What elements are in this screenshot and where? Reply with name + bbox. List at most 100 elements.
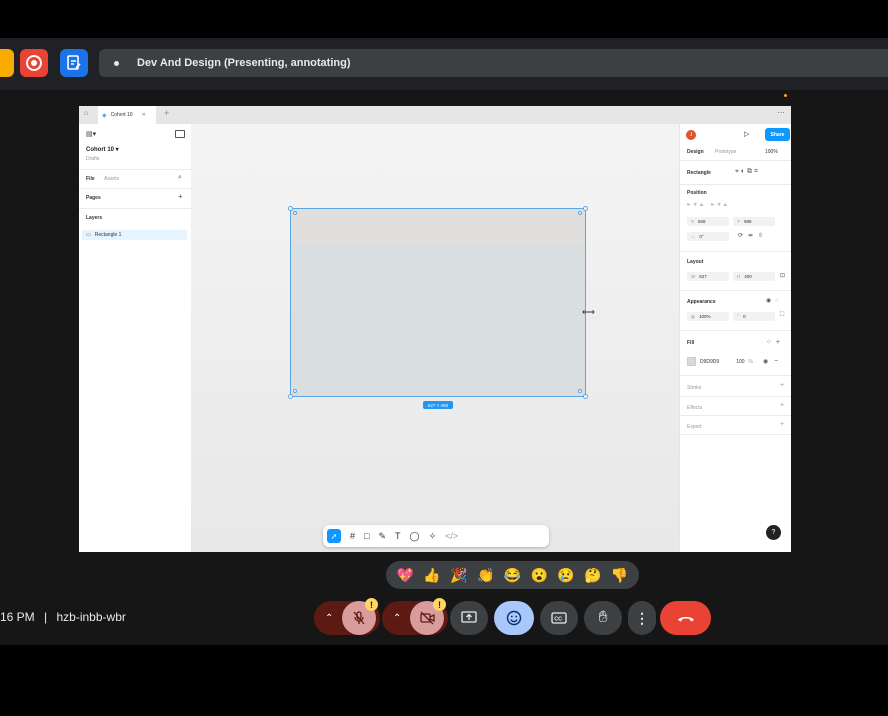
fill-pct: % xyxy=(748,358,753,365)
present-icon[interactable]: ▷ xyxy=(744,130,749,138)
fill-label: Fill xyxy=(687,340,695,346)
raise-hand-button[interactable]: ✋︎ xyxy=(584,601,622,635)
rotation-field[interactable]: ∟ 0° xyxy=(687,232,729,241)
layer-row[interactable]: ▭ Rectangle 1 xyxy=(82,230,187,240)
search-icon[interactable]: ⌕ xyxy=(178,174,182,182)
share-button[interactable]: Share xyxy=(765,128,790,141)
app-icon-yellow[interactable] xyxy=(0,49,14,77)
add-stroke-icon[interactable]: + xyxy=(780,382,784,389)
eye-icon[interactable]: ◉ xyxy=(763,358,768,365)
reaction-thumbs-down[interactable]: 👎 xyxy=(611,567,628,584)
appearance-label: Appearance xyxy=(687,299,716,305)
notes-icon[interactable] xyxy=(60,49,88,77)
more-vertical-icon: ⋮ xyxy=(635,609,649,626)
corner-radius-handle[interactable] xyxy=(578,211,582,215)
resize-handle[interactable] xyxy=(288,394,293,399)
actions-tool-icon[interactable]: ✧ xyxy=(429,531,437,542)
remove-fill-icon[interactable]: − xyxy=(774,358,778,365)
divider xyxy=(680,396,791,397)
divider xyxy=(680,434,791,435)
new-tab-icon[interactable]: + xyxy=(164,108,169,118)
reaction-party[interactable]: 🎉 xyxy=(450,567,467,584)
layers-label: Layers xyxy=(86,215,103,221)
help-button[interactable]: ? xyxy=(766,525,781,540)
selected-rectangle[interactable] xyxy=(290,208,586,397)
home-icon[interactable]: ⌂ xyxy=(84,110,88,117)
tab-assets[interactable]: Assets xyxy=(104,176,119,182)
layer-name: Rectangle 1 xyxy=(94,232,122,238)
resize-handle[interactable] xyxy=(583,394,588,399)
fill-swatch[interactable] xyxy=(687,357,696,366)
visibility-icons[interactable]: ◉◌ xyxy=(766,297,783,304)
panel-toggle-icon[interactable] xyxy=(175,130,185,138)
mic-options-chevron-icon[interactable]: ⌃ xyxy=(325,613,333,624)
reaction-clap[interactable]: 👏 xyxy=(477,567,494,584)
reaction-heart[interactable]: 💖 xyxy=(397,567,414,584)
fill-hex[interactable]: D9D9D9 xyxy=(700,359,719,365)
corner-radius-handle[interactable] xyxy=(293,211,297,215)
comment-tool-icon[interactable]: ◯ xyxy=(410,531,420,542)
right-panel: J ▷ Share Design Prototype 100% Rectangl… xyxy=(679,124,791,552)
file-name[interactable]: Cohort 10 ▾ xyxy=(86,146,119,153)
reaction-laugh[interactable]: 😂 xyxy=(504,567,521,584)
move-tool-icon[interactable]: ➚ xyxy=(327,529,341,543)
camera-options-chevron-icon[interactable]: ⌃ xyxy=(393,613,401,624)
avatar[interactable]: J xyxy=(686,130,696,140)
reaction-thumbs-up[interactable]: 👍 xyxy=(423,567,440,584)
corner-radius-handle[interactable] xyxy=(578,389,582,393)
corner-icon[interactable]: ⛶ xyxy=(780,312,784,319)
height-field[interactable]: H 400 xyxy=(733,272,775,281)
fill-actions-icons[interactable]: ⁘+ xyxy=(766,338,784,346)
opacity-field[interactable]: ◍ 100% xyxy=(687,312,729,321)
text-tool-icon[interactable]: T xyxy=(395,531,401,541)
fill-opacity[interactable]: 100 xyxy=(736,359,744,365)
leave-call-button[interactable] xyxy=(660,601,711,635)
tab-design[interactable]: Design xyxy=(687,149,704,155)
pen-tool-icon[interactable]: ✎ xyxy=(378,531,386,542)
resize-icon[interactable]: ⊡ xyxy=(780,272,785,279)
file-location: Drafts xyxy=(86,156,100,162)
y-field[interactable]: Y 988 xyxy=(733,217,775,226)
more-icon[interactable]: ⋯ xyxy=(777,108,785,117)
width-field[interactable]: W 627 xyxy=(687,272,729,281)
tab-prototype[interactable]: Prototype xyxy=(715,149,736,155)
tab-file[interactable]: File xyxy=(86,176,95,182)
resize-cursor-icon: ⟷ xyxy=(582,307,595,317)
selection-type: Rectangle xyxy=(687,170,711,176)
corner-radius-handle[interactable] xyxy=(293,389,297,393)
present-button[interactable] xyxy=(450,601,488,635)
dev-mode-icon[interactable]: </> xyxy=(445,531,458,541)
record-icon[interactable] xyxy=(20,49,48,77)
add-export-icon[interactable]: + xyxy=(780,421,784,428)
divider xyxy=(79,188,191,189)
zoom-level[interactable]: 100% xyxy=(765,149,778,155)
align-icons[interactable]: ⫦⫧⫨ ⫦⫧⫨ xyxy=(687,202,730,209)
presenting-title: Dev And Design (Presenting, annotating) xyxy=(137,57,351,69)
resize-handle[interactable] xyxy=(288,206,293,211)
add-effect-icon[interactable]: + xyxy=(780,402,784,409)
captions-button[interactable]: CC xyxy=(540,601,578,635)
reactions-button[interactable] xyxy=(494,601,534,635)
x-field[interactable]: X 658 xyxy=(687,217,729,226)
flip-icons[interactable]: ⟳⇹⇳ xyxy=(738,232,768,239)
reactions-bar: 💖 👍 🎉 👏 😂 😮 😢 🤔 👎 xyxy=(386,561,639,589)
frame-tool-icon[interactable]: # xyxy=(350,531,355,541)
close-tab-icon[interactable]: ✕ xyxy=(142,112,146,118)
more-options-button[interactable]: ⋮ xyxy=(628,601,656,635)
present-screen-icon xyxy=(461,611,477,623)
camera-off-icon xyxy=(419,611,435,625)
figma-file-icon: ◈ xyxy=(102,112,107,119)
resize-handle[interactable] xyxy=(583,206,588,211)
main-menu-icon[interactable]: ▤▾ xyxy=(86,130,96,138)
component-icons[interactable]: ⌖ ◐ ⧉ ⌗ xyxy=(735,168,758,176)
tab-cohort-10[interactable]: ◈ Cohort 10 ✕ xyxy=(98,106,156,124)
fill-row[interactable]: D9D9D9 100 % ◉ − xyxy=(687,357,789,366)
reaction-thinking[interactable]: 🤔 xyxy=(584,567,601,584)
radius-field[interactable]: ⌜ 0 xyxy=(733,312,775,321)
shape-tool-icon[interactable]: □ xyxy=(364,531,369,541)
add-page-icon[interactable]: + xyxy=(178,192,183,201)
reaction-surprised[interactable]: 😮 xyxy=(530,567,547,584)
reaction-sad[interactable]: 😢 xyxy=(557,567,574,584)
mic-off-icon xyxy=(353,611,365,625)
stroke-label: Stroke xyxy=(687,385,702,391)
